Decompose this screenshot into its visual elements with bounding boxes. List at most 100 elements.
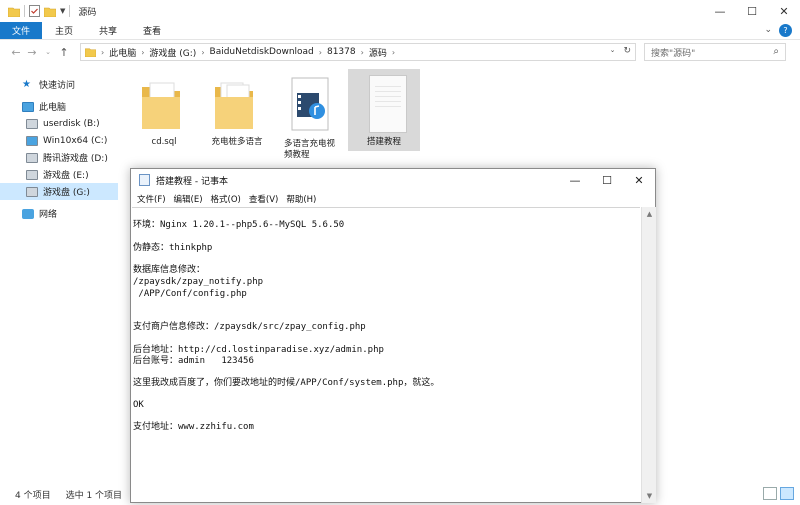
search-placeholder: 搜索"源码"	[651, 48, 696, 59]
item-count: 4 个项目	[15, 491, 51, 501]
breadcrumb-source[interactable]: 源码	[369, 46, 387, 59]
drive-icon	[26, 152, 38, 163]
text-line: 伪静态：thinkphp	[133, 243, 213, 253]
menu-edit[interactable]: 编辑(E)	[170, 193, 207, 205]
explorer-title-bar: ▼ 源码 — ☐ ✕	[0, 0, 800, 22]
file-name: 多语言充电视频教程	[284, 139, 336, 160]
notepad-window: 搭建教程 - 记事本 — ☐ ✕ 文件(F) 编辑(E) 格式(O) 查看(V)…	[130, 168, 656, 503]
scroll-up-arrow-icon[interactable]: ▲	[642, 207, 657, 221]
explorer-scrollbar[interactable]	[788, 66, 800, 484]
back-arrow-icon[interactable]: ←	[8, 46, 24, 59]
text-line: 支付地址：www.zzhifu.com	[133, 422, 254, 432]
properties-icon[interactable]	[29, 5, 40, 17]
sidebar-item-network[interactable]: 网络	[0, 205, 118, 222]
text-line: 后台地址：http://cd.lostinparadise.xyz/admin.…	[133, 345, 384, 355]
chevron-right-icon[interactable]: ›	[201, 48, 204, 57]
file-item[interactable]: 多语言充电视频教程	[274, 69, 346, 160]
minimize-button[interactable]: —	[704, 0, 736, 22]
text-line: /APP/Conf/config.php	[133, 289, 247, 299]
window-title: 源码	[78, 7, 97, 18]
sidebar-item-quick-access[interactable]: ★ 快速访问	[0, 76, 118, 93]
menu-format[interactable]: 格式(O)	[207, 193, 245, 205]
text-file-icon	[369, 75, 407, 133]
notepad-title: 搭建教程 - 记事本	[156, 176, 228, 187]
folder-icon	[142, 82, 180, 129]
file-name: 搭建教程	[366, 137, 401, 147]
notepad-window-controls: — ☐ ✕	[559, 169, 655, 191]
maximize-button[interactable]: ☐	[591, 169, 623, 191]
toolbar-divider	[69, 5, 71, 17]
chevron-down-icon[interactable]: ⌄	[610, 46, 616, 56]
customize-toolbar-icon[interactable]: ▼	[60, 7, 65, 15]
sidebar-item-drive-c[interactable]: Win10x64 (C:)	[0, 132, 118, 149]
folder-icon	[8, 7, 20, 17]
chevron-right-icon[interactable]: ›	[141, 48, 144, 57]
file-name: 充电桩多语言	[211, 137, 263, 147]
expand-ribbon-icon[interactable]: ⌄	[764, 25, 772, 35]
navigation-bar: ← → ⌄ ↑ › 此电脑 › 游戏盘 (G:) › BaiduNetdiskD…	[0, 40, 800, 64]
new-folder-icon[interactable]	[44, 6, 56, 17]
close-button[interactable]: ✕	[768, 0, 800, 22]
recent-locations-icon[interactable]: ⌄	[40, 48, 56, 56]
sidebar-item-this-pc[interactable]: 此电脑	[0, 98, 118, 115]
file-item[interactable]: cd.sql	[128, 69, 200, 151]
navigation-pane: ★ 快速访问 此电脑 userdisk (B:) Win10x64 (C:) 腾…	[0, 66, 118, 484]
folder-icon	[85, 48, 96, 57]
video-file-icon	[291, 77, 329, 131]
text-line: 环境：Nginx 1.20.1--php5.6--MySQL 5.6.50	[133, 220, 345, 230]
file-item-selected[interactable]: 搭建教程	[348, 69, 420, 151]
chevron-right-icon[interactable]: ›	[361, 48, 364, 57]
file-item[interactable]: 充电桩多语言	[201, 69, 273, 151]
drive-icon	[26, 186, 38, 197]
breadcrumb-81378[interactable]: 81378	[327, 47, 356, 57]
menu-file[interactable]: 文件(F)	[133, 193, 170, 205]
help-icon[interactable]: ?	[779, 24, 792, 37]
menu-view[interactable]: 查看(V)	[245, 193, 282, 205]
search-icon[interactable]: ⌕	[773, 46, 779, 57]
search-box[interactable]: 搜索"源码" ⌕	[644, 43, 786, 61]
breadcrumb-baidunetdiskdownload[interactable]: BaiduNetdiskDownload	[210, 47, 314, 57]
sidebar-item-drive-e[interactable]: 游戏盘 (E:)	[0, 166, 118, 183]
selection-info: 选中 1 个项目	[65, 491, 123, 501]
text-line: OK	[133, 400, 144, 410]
menu-help[interactable]: 帮助(H)	[282, 193, 320, 205]
chevron-right-icon[interactable]: ›	[392, 48, 395, 57]
text-line: /zpaysdk/zpay_notify.php	[133, 277, 264, 287]
minimize-button[interactable]: —	[559, 169, 591, 191]
quick-access-toolbar: ▼ 源码	[0, 5, 96, 18]
notepad-scrollbar[interactable]: ▲ ▼	[641, 207, 656, 503]
notepad-title-bar: 搭建教程 - 记事本 — ☐ ✕	[131, 169, 655, 191]
sidebar-item-label: 游戏盘 (E:)	[43, 171, 89, 181]
chevron-right-icon[interactable]: ›	[319, 48, 322, 57]
close-button[interactable]: ✕	[623, 169, 655, 191]
refresh-icon[interactable]: ↻	[623, 46, 631, 56]
file-list: cd.sql 充电桩多语言 多语言充电视频教程 搭建教程	[128, 66, 428, 160]
tab-share[interactable]: 共享	[86, 22, 130, 39]
tab-file[interactable]: 文件	[0, 22, 43, 39]
tab-view[interactable]: 查看	[130, 22, 174, 39]
scroll-down-arrow-icon[interactable]: ▼	[642, 489, 657, 503]
file-name: cd.sql	[151, 137, 177, 147]
up-arrow-icon[interactable]: ↑	[56, 46, 72, 59]
address-bar[interactable]: › 此电脑 › 游戏盘 (G:) › BaiduNetdiskDownload …	[80, 43, 636, 61]
sidebar-item-drive-b[interactable]: userdisk (B:)	[0, 115, 118, 132]
folder-icon	[215, 82, 253, 129]
notepad-text-area[interactable]: 环境：Nginx 1.20.1--php5.6--MySQL 5.6.50 伪静…	[132, 207, 640, 503]
breadcrumb-this-pc[interactable]: 此电脑	[109, 46, 136, 59]
details-view-icon[interactable]	[763, 487, 777, 500]
maximize-button[interactable]: ☐	[736, 0, 768, 22]
text-line: 数据库信息修改：	[133, 265, 206, 275]
sidebar-item-drive-g[interactable]: 游戏盘 (G:)	[0, 183, 118, 200]
forward-arrow-icon[interactable]: →	[24, 46, 40, 59]
breadcrumb-drive-g[interactable]: 游戏盘 (G:)	[149, 46, 196, 59]
sidebar-item-label: 此电脑	[39, 103, 67, 113]
sidebar-item-label: 游戏盘 (G:)	[43, 188, 90, 198]
windows-drive-icon	[26, 135, 38, 146]
sidebar-item-drive-d[interactable]: 腾讯游戏盘 (D:)	[0, 149, 118, 166]
notepad-menu-bar: 文件(F) 编辑(E) 格式(O) 查看(V) 帮助(H)	[131, 191, 655, 206]
large-icons-view-icon[interactable]	[780, 487, 794, 500]
computer-icon	[22, 101, 34, 112]
chevron-right-icon: ›	[101, 47, 105, 57]
address-bar-controls: ⌄ ↻	[610, 46, 631, 56]
tab-home[interactable]: 主页	[42, 22, 86, 39]
